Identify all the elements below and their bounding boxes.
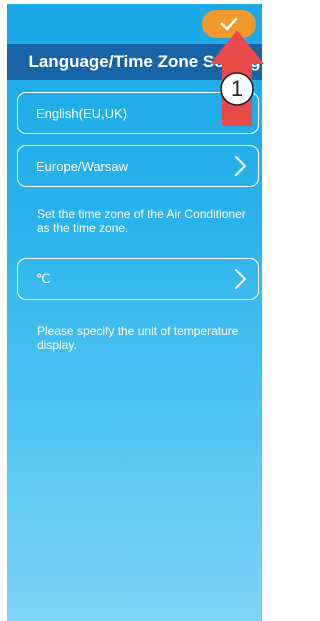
language-value: English(EU,UK) bbox=[36, 105, 128, 121]
temperature-unit-hint: Please specify the unit of temperature d… bbox=[37, 324, 239, 352]
timezone-select[interactable]: Europe/Warsaw bbox=[17, 145, 259, 187]
timezone-hint: Set the time zone of the Air Conditioner… bbox=[37, 207, 246, 235]
temperature-unit-select[interactable]: ℃ bbox=[17, 258, 259, 300]
timezone-value: Europe/Warsaw bbox=[36, 158, 128, 174]
chevron-right-icon bbox=[235, 156, 246, 176]
chevron-right-icon bbox=[235, 269, 246, 289]
step-callout: 1 bbox=[208, 28, 266, 128]
temperature-unit-value: ℃ bbox=[36, 271, 51, 286]
step-number: 1 bbox=[230, 76, 244, 101]
